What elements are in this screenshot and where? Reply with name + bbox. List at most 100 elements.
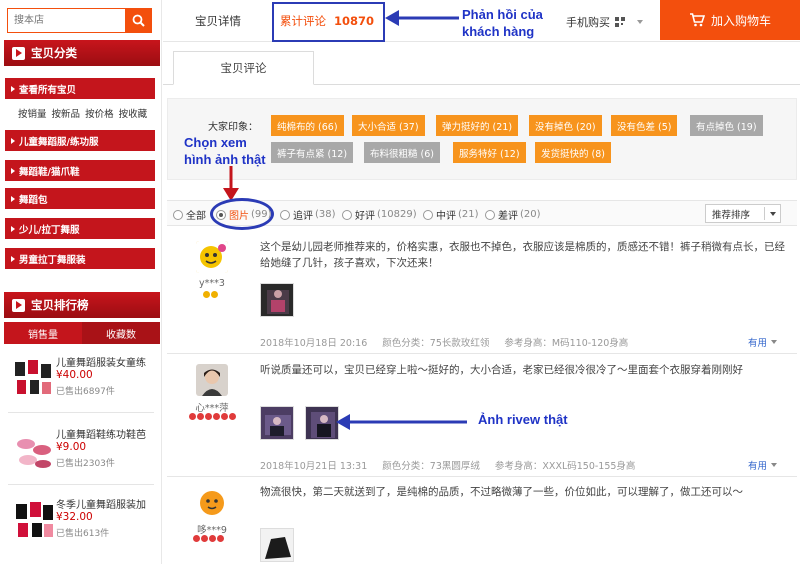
- ranking-item-sold: 已售出2303件: [56, 459, 115, 469]
- annotation-real-review: Ảnh rivew thật: [478, 412, 568, 427]
- triangle-right-icon: [11, 195, 15, 202]
- ranking-item-price: ¥40.00: [56, 369, 93, 381]
- sidebar: 宝贝分类 查看所有宝贝 按销量 按新品 按价格 按收藏 儿童舞蹈服/练功服 舞蹈…: [0, 0, 162, 564]
- review-date: 2018年10月21日 13:31: [260, 461, 368, 472]
- ranking-header: 宝贝排行榜: [4, 292, 160, 318]
- review-height: 参考身高：XXXL码150-155身高: [494, 461, 636, 472]
- category-all[interactable]: 查看所有宝贝: [5, 78, 155, 99]
- filter-negative[interactable]: 差评 (20): [485, 207, 541, 222]
- impression-tag[interactable]: 服务特好 (12): [453, 142, 526, 163]
- impression-tag[interactable]: 弹力挺好的 (21): [436, 115, 519, 136]
- annotation-highlight-box: [272, 2, 385, 42]
- category-dance-wear[interactable]: 儿童舞蹈服/练功服: [5, 130, 155, 151]
- product-thumbnail[interactable]: [12, 498, 56, 542]
- divider: [8, 412, 154, 413]
- search-icon: [132, 14, 145, 27]
- useful-button[interactable]: 有用: [748, 458, 777, 472]
- review-username[interactable]: 心***萍: [182, 400, 242, 414]
- impression-label: 大家印象：: [208, 122, 258, 133]
- triangle-right-icon: [11, 85, 15, 92]
- review-color: 颜色分类：73黑圆厚绒: [382, 461, 480, 472]
- mobile-buy[interactable]: 手机购买: [566, 14, 643, 30]
- divider: [8, 484, 154, 485]
- filter-positive[interactable]: 好评 (10829): [342, 207, 417, 222]
- triangle-right-icon: [11, 167, 15, 174]
- ranking-title: 宝贝排行榜: [31, 298, 89, 312]
- divider: [167, 476, 797, 477]
- annotation-choose-photos: Chọn xem hình ảnh thật: [184, 135, 266, 167]
- category-header: 宝贝分类: [4, 40, 160, 66]
- avatar: [196, 364, 228, 396]
- annotation-feedback: Phản hồi của khách hàng: [462, 7, 543, 39]
- review-height: 参考身高：M码110-120身高: [504, 338, 629, 349]
- category-latin-boys[interactable]: 男童拉丁舞服装: [5, 248, 155, 269]
- store-search-input[interactable]: [8, 9, 126, 32]
- category-dance-shoes[interactable]: 舞蹈鞋/猫爪鞋: [5, 160, 155, 181]
- review-text: 听说质量还可以，宝贝已经穿上啦～挺好的，大小合适，老家已经很冷很冷了～里面套个衣…: [260, 364, 743, 376]
- useful-button[interactable]: 有用: [748, 335, 777, 349]
- play-icon: [12, 46, 25, 60]
- impression-tag[interactable]: 大小合适 (37): [352, 115, 425, 136]
- tab-favorites[interactable]: 收藏数: [82, 322, 160, 344]
- filter-all[interactable]: 全部: [173, 207, 206, 222]
- sort-by-sales[interactable]: 按销量: [18, 109, 47, 120]
- play-icon: [12, 298, 25, 312]
- chevron-down-icon: [637, 20, 643, 24]
- triangle-right-icon: [11, 137, 15, 144]
- impression-tag[interactable]: 布料很粗糙 (6): [364, 142, 440, 163]
- annotation-arrow: [385, 10, 459, 26]
- ranking-item-title[interactable]: 冬季儿童舞蹈服装加: [56, 496, 158, 511]
- product-thumbnail[interactable]: [12, 428, 56, 472]
- tab-sales-volume[interactable]: 销售量: [4, 322, 82, 344]
- ranking-item-price: ¥32.00: [56, 511, 93, 523]
- sort-dropdown[interactable]: 推荐排序: [705, 204, 781, 223]
- impression-tag[interactable]: 有点掉色 (19): [690, 115, 763, 136]
- filter-follow-up[interactable]: 追评 (38): [280, 207, 336, 222]
- sort-by-new[interactable]: 按新品: [52, 109, 81, 120]
- ranking-item[interactable]: 儿童舞蹈服装女童练 ¥40.00 已售出6897件: [8, 352, 160, 412]
- ranking-item[interactable]: 冬季儿童舞蹈服装加 ¥32.00 已售出613件: [8, 494, 160, 554]
- review-date: 2018年10月18日 20:16: [260, 338, 368, 349]
- chevron-down-icon: [771, 340, 777, 344]
- annotation-arrow-down: [223, 166, 239, 201]
- avatar: [196, 486, 228, 518]
- review-photo[interactable]: [260, 283, 294, 317]
- product-thumbnail[interactable]: [12, 356, 56, 400]
- impression-tag[interactable]: 裤子有点紧 (12): [271, 142, 354, 163]
- avatar: [196, 241, 228, 273]
- tab-item-reviews[interactable]: 宝贝评论: [173, 51, 314, 85]
- ranking-item-title[interactable]: 儿童舞蹈服装女童练: [56, 354, 158, 369]
- ranking-item-title[interactable]: 儿童舞蹈鞋练功鞋芭: [56, 426, 158, 441]
- add-to-cart-button[interactable]: 加入购物车: [660, 0, 800, 40]
- qr-code-icon: [615, 17, 625, 27]
- tab-product-details[interactable]: 宝贝详情: [195, 13, 241, 29]
- review-photo[interactable]: [260, 406, 294, 440]
- ranking-tabs: 销售量 收藏数: [4, 322, 160, 344]
- category-latin-kids[interactable]: 少儿/拉丁舞服: [5, 218, 155, 239]
- ranking-item[interactable]: 儿童舞蹈鞋练功鞋芭 ¥9.00 已售出2303件: [8, 424, 160, 484]
- sort-by-favorites[interactable]: 按收藏: [119, 109, 148, 120]
- review-photo[interactable]: [305, 406, 339, 440]
- review-username[interactable]: y***3: [182, 278, 242, 289]
- impression-tag[interactable]: 纯棉布的 (66): [271, 115, 344, 136]
- review-photo[interactable]: [260, 528, 294, 562]
- review-username[interactable]: 哆***9: [182, 522, 242, 536]
- cart-icon: [689, 13, 705, 27]
- category-dance-bag[interactable]: 舞蹈包: [5, 188, 155, 209]
- filter-neutral[interactable]: 中评 (21): [423, 207, 479, 222]
- search-button[interactable]: [125, 8, 152, 33]
- store-search: [7, 8, 152, 33]
- user-level-badge: [203, 291, 218, 299]
- chevron-down-icon: [770, 212, 776, 216]
- ranking-item-sold: 已售出6897件: [56, 387, 115, 397]
- impression-tag[interactable]: 没有色差 (5): [611, 115, 678, 136]
- review-meta: 2018年10月18日 20:16 颜色分类：75长款玫红领 参考身高：M码11…: [260, 335, 640, 349]
- sort-links: 按销量 按新品 按价格 按收藏: [18, 106, 160, 120]
- impression-tag[interactable]: 没有掉色 (20): [529, 115, 602, 136]
- impression-tag[interactable]: 发货挺快的 (8): [535, 142, 611, 163]
- ranking-item-price: ¥9.00: [56, 441, 87, 453]
- review-color: 颜色分类：75长款玫红领: [382, 338, 490, 349]
- main-content: 宝贝评论 大家印象： 纯棉布的 (66) 大小合适 (37) 弹力挺好的 (21…: [163, 42, 800, 564]
- sort-by-price[interactable]: 按价格: [85, 109, 114, 120]
- triangle-right-icon: [11, 255, 15, 262]
